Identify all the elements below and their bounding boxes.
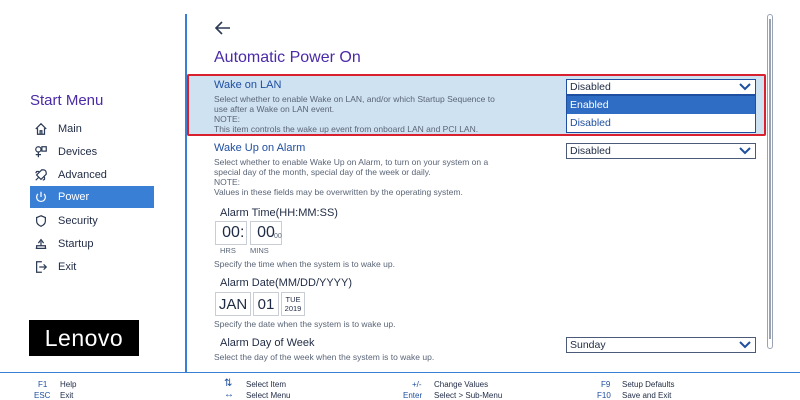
power-icon [30, 190, 58, 204]
focus-highlight [187, 74, 766, 136]
sidebar-item-main[interactable]: Main [30, 118, 154, 140]
submenu-desc: Select > Sub-Menu [434, 391, 503, 400]
alarm-month-input[interactable]: JAN [215, 292, 251, 316]
year-text: 2019 [284, 304, 302, 313]
sidebar-item-label: Power [58, 191, 90, 203]
alarm-day-input[interactable]: 01 [253, 292, 279, 316]
f10-key: F10 [597, 391, 611, 400]
chevron-down-icon [739, 341, 751, 349]
sidebar-item-security[interactable]: Security [30, 210, 154, 232]
lenovo-logo: Lenovo [29, 320, 139, 356]
f9-key: F9 [601, 380, 611, 389]
updown-arrows-icon: ⇅ [224, 378, 233, 389]
f1-desc: Help [60, 380, 77, 389]
page-title: Automatic Power On [214, 49, 361, 66]
back-arrow-icon[interactable] [213, 18, 233, 38]
footer-keybar: F1 Help ESC Exit ⇅ Select Item ↔ Select … [0, 372, 800, 400]
weekday-text: TUE [285, 295, 301, 304]
divider [185, 14, 187, 372]
enter-key: Enter [403, 391, 423, 400]
select-menu-desc: Select Menu [246, 391, 291, 400]
plusminus-key: +/- [412, 380, 422, 389]
sidebar-item-advanced[interactable]: Advanced [30, 164, 154, 186]
chevron-down-icon [739, 147, 751, 155]
sidebar-item-label: Exit [58, 261, 77, 273]
help-line: Values in these fields may be overwritte… [214, 187, 463, 197]
change-values-desc: Change Values [434, 380, 489, 389]
hrs-label: HRS [220, 246, 236, 255]
sidebar: Start Menu Main Devices Advanced Power S… [0, 0, 186, 372]
shield-icon [30, 214, 58, 228]
alarm-time-help: Specify the time when the system is to w… [214, 259, 395, 269]
help-line: special day of the month, special day of… [214, 167, 431, 177]
setup-defaults-desc: Setup Defaults [622, 380, 675, 389]
exit-icon [30, 260, 58, 274]
sidebar-item-label: Main [58, 123, 82, 135]
mins-label: MINS [250, 246, 269, 255]
sidebar-item-power[interactable]: Power [30, 186, 154, 208]
wake-up-on-alarm-select[interactable]: Disabled [566, 143, 756, 159]
alarm-seconds[interactable]: 00 [274, 233, 282, 240]
alarm-year-input[interactable]: TUE 2019 [281, 292, 305, 316]
sidebar-item-label: Devices [58, 146, 98, 158]
alarm-day-of-week-label: Alarm Day of Week [220, 337, 315, 349]
sidebar-item-label: Startup [58, 238, 94, 250]
home-icon [30, 122, 58, 136]
esc-desc: Exit [60, 391, 74, 400]
alarm-day-of-week-help: Select the day of the week when the syst… [214, 352, 435, 362]
sidebar-item-startup[interactable]: Startup [30, 233, 154, 255]
leftright-arrows-icon: ↔ [224, 389, 234, 400]
scrollbar[interactable] [767, 14, 773, 349]
startup-icon [30, 237, 58, 251]
select-item-desc: Select Item [246, 380, 287, 389]
sidebar-item-exit[interactable]: Exit [30, 256, 154, 278]
sidebar-title: Start Menu [30, 92, 104, 109]
sidebar-item-devices[interactable]: Devices [30, 141, 154, 163]
help-line: Select whether to enable Wake Up on Alar… [214, 157, 489, 167]
sidebar-item-label: Security [58, 215, 98, 227]
select-value: Disabled [570, 145, 611, 157]
select-value: Sunday [570, 339, 606, 351]
wake-up-on-alarm-label: Wake Up on Alarm [214, 142, 306, 154]
esc-key: ESC [34, 391, 51, 400]
alarm-day-of-week-select[interactable]: Sunday [566, 337, 756, 353]
alarm-date-help: Specify the date when the system is to w… [214, 319, 396, 329]
devices-icon [30, 145, 58, 159]
time-separator: : [240, 224, 245, 241]
help-line: NOTE: [214, 177, 240, 187]
save-exit-desc: Save and Exit [622, 391, 672, 400]
alarm-time-label: Alarm Time(HH:MM:SS) [220, 207, 338, 219]
scrollbar-thumb[interactable] [769, 19, 771, 339]
rocket-icon [30, 168, 58, 182]
alarm-date-label: Alarm Date(MM/DD/YYYY) [220, 277, 353, 289]
sidebar-item-label: Advanced [58, 169, 107, 181]
f1-key: F1 [38, 380, 48, 389]
wake-up-on-alarm-help: Select whether to enable Wake Up on Alar… [214, 157, 514, 197]
